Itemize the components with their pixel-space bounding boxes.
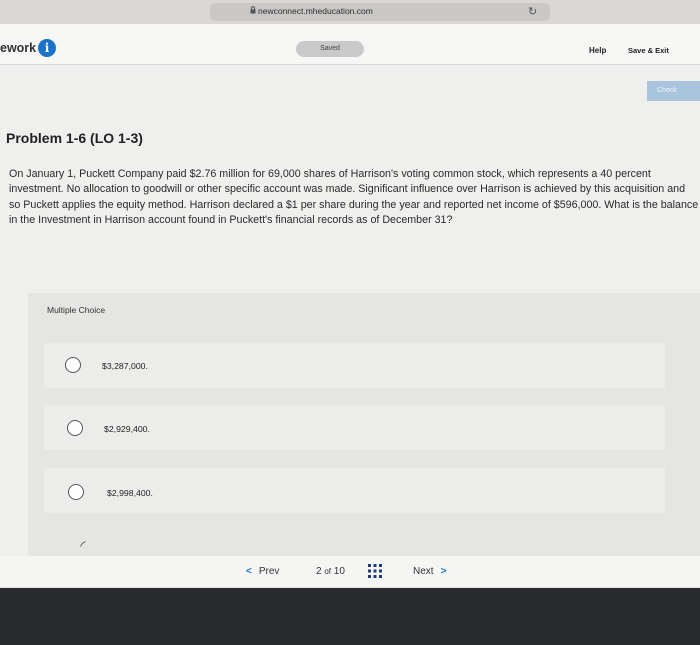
saved-status-badge: Saved [296, 41, 364, 57]
device-bezel [0, 588, 700, 645]
of-label: of [324, 567, 332, 576]
option-label: $2,998,400. [107, 488, 153, 498]
grid-icon[interactable] [368, 564, 382, 578]
next-button[interactable]: Next > [413, 566, 446, 577]
question-type-label: Multiple Choice [47, 305, 106, 315]
info-icon[interactable]: i [38, 39, 56, 57]
radio-button[interactable] [65, 357, 81, 373]
reload-icon[interactable]: ↻ [528, 5, 537, 18]
radio-button[interactable] [68, 484, 84, 500]
page-indicator: 2 of 10 [316, 566, 345, 577]
prev-button[interactable]: < Prev [246, 566, 279, 577]
chevron-right-icon: > [440, 566, 447, 577]
course-title: ework [0, 41, 37, 55]
option-label: $3,287,000. [102, 361, 148, 371]
help-button[interactable]: Help [589, 46, 606, 55]
save-exit-button[interactable]: Save & Exit [628, 46, 669, 55]
radio-button[interactable] [67, 420, 83, 436]
check-button[interactable]: Check [647, 81, 700, 101]
chevron-left-icon: < [246, 566, 252, 577]
question-navigation-bar [0, 556, 700, 587]
option-label: $2,929,400. [104, 424, 150, 434]
next-label: Next [413, 566, 434, 577]
current-page: 2 [316, 566, 322, 577]
total-pages: 10 [333, 566, 345, 577]
problem-title: Problem 1-6 (LO 1-3) [6, 130, 143, 146]
problem-text: On January 1, Puckett Company paid $2.76… [9, 168, 699, 227]
lock-icon [250, 6, 256, 14]
prev-label: Prev [258, 566, 280, 577]
url-text: newconnect.mheducation.com [258, 6, 373, 16]
